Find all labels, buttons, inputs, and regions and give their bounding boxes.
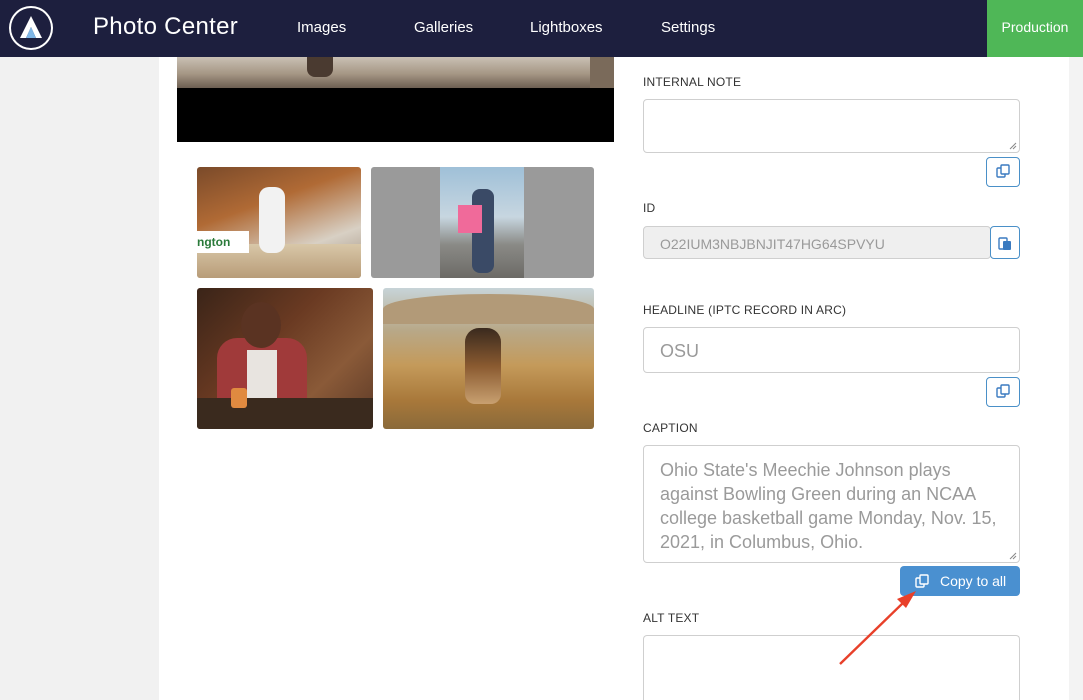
thumbnail-protester[interactable] xyxy=(371,167,594,278)
copy-icon xyxy=(915,574,929,588)
alt-text-field[interactable] xyxy=(643,635,1020,700)
main-image-preview xyxy=(177,57,614,142)
nav-images[interactable]: Images xyxy=(297,19,346,36)
copy-to-all-button[interactable]: Copy to all xyxy=(900,566,1020,596)
app-title: Photo Center xyxy=(93,13,239,40)
headline-value: OSU xyxy=(660,341,700,361)
copy-id-button[interactable] xyxy=(990,226,1020,259)
internal-note-field[interactable] xyxy=(643,99,1020,153)
caption-field[interactable]: Ohio State's Meechie Johnson plays again… xyxy=(643,445,1020,563)
id-value: O22IUM3NBJBNJIT47HG64SPVYU xyxy=(660,236,885,252)
thumbnail-woman-at-table[interactable] xyxy=(197,288,373,429)
thumbnail-basketball[interactable]: ngton xyxy=(197,167,361,278)
environment-badge[interactable]: Production xyxy=(987,0,1083,57)
left-gutter xyxy=(0,57,159,700)
thumbnail-dog-running[interactable] xyxy=(383,288,594,429)
copy-icon xyxy=(996,384,1010,398)
copy-icon xyxy=(996,164,1010,178)
headline-label: HEADLINE (IPTC RECORD IN ARC) xyxy=(643,303,847,317)
id-field[interactable]: O22IUM3NBJBNJIT47HG64SPVYU xyxy=(643,226,991,259)
copy-headline-button[interactable] xyxy=(986,377,1020,407)
copy-internal-note-button[interactable] xyxy=(986,157,1020,187)
caption-label: CAPTION xyxy=(643,421,698,435)
caption-value: Ohio State's Meechie Johnson plays again… xyxy=(660,460,997,552)
alt-text-label: ALT TEXT xyxy=(643,611,700,625)
copy-to-all-label: Copy to all xyxy=(940,573,1007,589)
headline-field[interactable]: OSU xyxy=(643,327,1020,373)
main-image-visible-part xyxy=(177,57,614,88)
internal-note-label: INTERNAL NOTE xyxy=(643,75,742,89)
nav-settings[interactable]: Settings xyxy=(661,19,715,36)
nav-galleries[interactable]: Galleries xyxy=(414,19,473,36)
top-navigation-bar: Photo Center Images Galleries Lightboxes… xyxy=(0,0,1083,57)
page-scrollbar[interactable] xyxy=(1069,57,1083,700)
resize-grip-icon[interactable] xyxy=(1009,142,1017,150)
nav-lightboxes[interactable]: Lightboxes xyxy=(530,19,603,36)
arc-logo-icon[interactable] xyxy=(9,6,53,50)
id-label: ID xyxy=(643,201,656,215)
clipboard-icon xyxy=(998,237,1011,250)
resize-grip-icon[interactable] xyxy=(1009,552,1017,560)
